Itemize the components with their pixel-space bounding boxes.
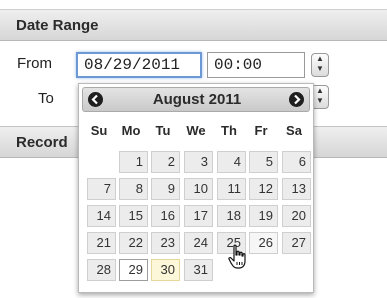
- calendar-day[interactable]: 1: [119, 151, 148, 173]
- hand-pointer-icon: [228, 244, 246, 269]
- calendar-day[interactable]: 6: [282, 151, 311, 173]
- calendar-day[interactable]: 17: [184, 205, 213, 227]
- calendar-day[interactable]: 28: [87, 259, 116, 281]
- calendar-day[interactable]: 16: [151, 205, 180, 227]
- calendar-day[interactable]: 7: [87, 178, 116, 200]
- calendar-day[interactable]: 30: [151, 259, 180, 281]
- next-month-icon[interactable]: [289, 92, 304, 107]
- calendar-day[interactable]: 12: [249, 178, 278, 200]
- calendar-day[interactable]: 14: [87, 205, 116, 227]
- calendar-day[interactable]: 2: [151, 151, 180, 173]
- date-picker-popup: August 2011 Su Mo Tu We Th Fr Sa 1 2 3 4 5 6 7 8 9 10 11…: [78, 83, 314, 293]
- calendar-day[interactable]: 19: [249, 205, 278, 227]
- prev-month-icon[interactable]: [88, 92, 103, 107]
- calendar-day[interactable]: 5: [249, 151, 278, 173]
- calendar-day[interactable]: 31: [184, 259, 213, 281]
- stepper-down-icon[interactable]: ▼: [312, 96, 328, 106]
- from-date-input[interactable]: 08/29/2011: [76, 52, 202, 78]
- calendar-day[interactable]: 3: [184, 151, 213, 173]
- stepper-down-icon[interactable]: ▼: [312, 64, 328, 74]
- calendar-day[interactable]: 18: [217, 205, 246, 227]
- calendar-day[interactable]: 27: [282, 232, 311, 254]
- calendar-day[interactable]: 4: [217, 151, 246, 173]
- date-range-header: Date Range: [0, 9, 387, 41]
- calendar-day[interactable]: 20: [282, 205, 311, 227]
- calendar-day[interactable]: 24: [184, 232, 213, 254]
- calendar-day[interactable]: 23: [151, 232, 180, 254]
- calendar-day[interactable]: 9: [151, 178, 180, 200]
- weekday-label: Su: [90, 123, 108, 138]
- from-label: From: [17, 55, 52, 72]
- weekday-label: Mo: [121, 123, 141, 138]
- calendar-day[interactable]: 8: [119, 178, 148, 200]
- calendar-day[interactable]: 22: [119, 232, 148, 254]
- stepper-up-icon[interactable]: ▲: [312, 86, 328, 96]
- to-label: To: [38, 90, 54, 107]
- calendar-day[interactable]: 15: [119, 205, 148, 227]
- stepper-up-icon[interactable]: ▲: [312, 54, 328, 64]
- weekday-label: We: [186, 123, 206, 138]
- calendar-day[interactable]: 29: [119, 259, 148, 281]
- weekday-label: Tu: [155, 123, 171, 138]
- calendar-day[interactable]: 13: [282, 178, 311, 200]
- weekday-label: Th: [221, 123, 237, 138]
- from-time-input[interactable]: 00:00: [207, 52, 305, 78]
- date-range-panel: Date Range From 08/29/2011 00:00 ▲ ▼ To …: [0, 0, 387, 298]
- calendar-day[interactable]: 21: [87, 232, 116, 254]
- month-title: August 2011: [152, 91, 242, 108]
- from-time-stepper[interactable]: ▲ ▼: [311, 53, 329, 77]
- weekday-label: Sa: [286, 123, 302, 138]
- calendar-day[interactable]: 10: [184, 178, 213, 200]
- calendar-day[interactable]: 26: [249, 232, 278, 254]
- weekday-label: Fr: [254, 123, 268, 138]
- calendar-day[interactable]: 11: [217, 178, 246, 200]
- calendar-header: August 2011: [82, 87, 310, 112]
